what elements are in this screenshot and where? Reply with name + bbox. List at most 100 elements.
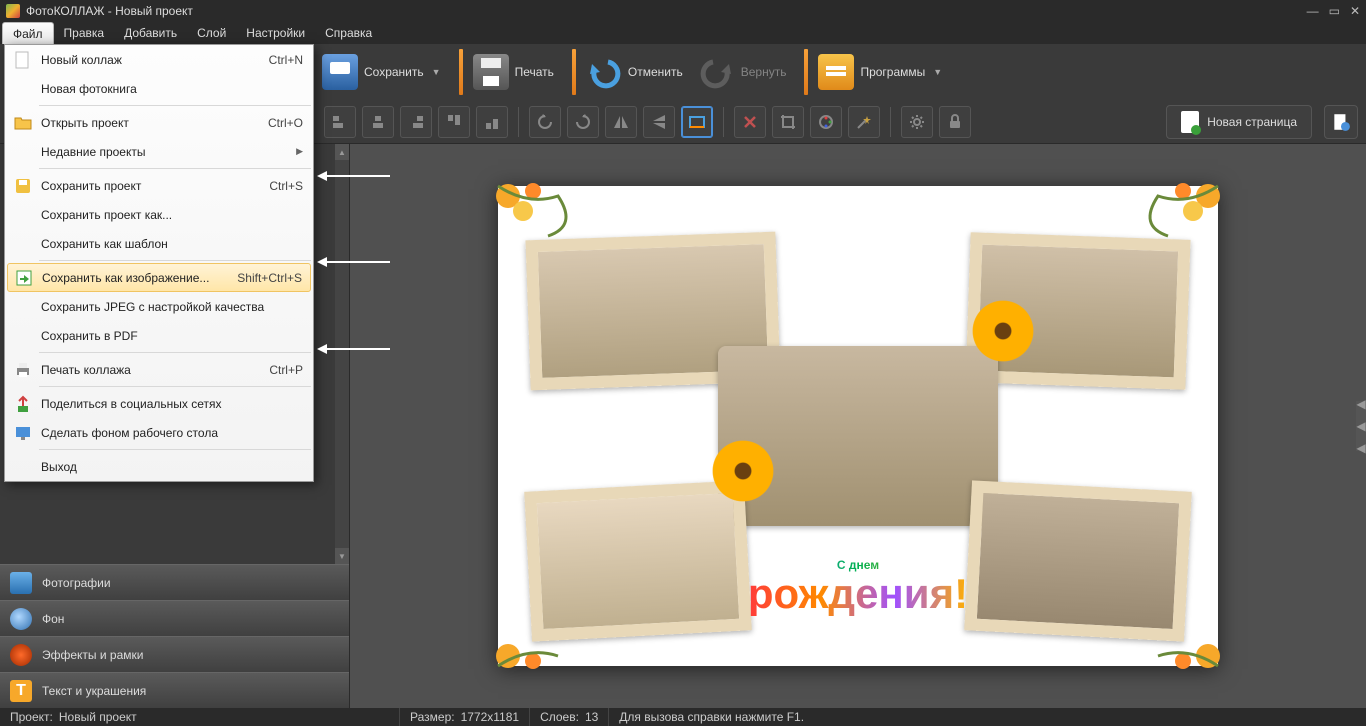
close-button[interactable]: ✕ xyxy=(1350,4,1360,18)
flip-vertical-button[interactable] xyxy=(643,106,675,138)
toolbar-programs-button[interactable]: Программы ▼ xyxy=(814,48,954,96)
menu-new-collage[interactable]: Новый коллаж Ctrl+N xyxy=(5,45,313,74)
accordion-photos[interactable]: Фотографии xyxy=(0,564,349,600)
print-icon xyxy=(9,359,37,381)
status-layers-value: 13 xyxy=(585,710,598,724)
status-size-value: 1772x1181 xyxy=(461,710,520,724)
blank-icon xyxy=(9,141,37,163)
menu-file[interactable]: Файл xyxy=(2,22,54,44)
toolbar-print-label: Печать xyxy=(515,65,554,79)
scroll-down-button[interactable]: ▼ xyxy=(335,548,349,564)
folder-open-icon xyxy=(9,112,37,134)
export-image-icon xyxy=(10,267,38,289)
color-picker-button[interactable] xyxy=(810,106,842,138)
chevron-down-icon: ▼ xyxy=(933,67,942,77)
thumbnails-scrollbar[interactable]: ▲ ▼ xyxy=(335,144,349,564)
fit-to-screen-button[interactable] xyxy=(681,106,713,138)
accordion-background-label: Фон xyxy=(42,612,64,626)
menu-save-template[interactable]: Сохранить как шаблон xyxy=(5,229,313,258)
accordion-text[interactable]: T Текст и украшения xyxy=(0,672,349,708)
flower-sticker[interactable] xyxy=(708,436,778,506)
rotate-right-button[interactable] xyxy=(567,106,599,138)
group-separator xyxy=(723,107,724,137)
blank-icon xyxy=(9,204,37,226)
menu-save-pdf[interactable]: Сохранить в PDF xyxy=(5,321,313,350)
blank-icon xyxy=(9,325,37,347)
redo-icon xyxy=(699,54,735,90)
magic-wand-button[interactable] xyxy=(848,106,880,138)
submenu-arrow-icon: ▶ xyxy=(296,146,303,157)
accordion-effects[interactable]: Эффекты и рамки xyxy=(0,636,349,672)
toolbar-separator xyxy=(572,49,576,95)
desktop-icon xyxy=(9,422,37,444)
toolbar-save-label: Сохранить xyxy=(364,65,424,79)
collage-canvas[interactable]: С днем рождения! xyxy=(498,186,1218,666)
menu-layer[interactable]: Слой xyxy=(187,22,236,44)
align-bottom-button[interactable] xyxy=(476,106,508,138)
menu-save-jpeg[interactable]: Сохранить JPEG с настройкой качества xyxy=(5,292,313,321)
accordion-effects-label: Эффекты и рамки xyxy=(42,648,143,662)
menu-open-project[interactable]: Открыть проект Ctrl+O xyxy=(5,108,313,137)
canvas-area[interactable]: С днем рождения! ◀◀◀ xyxy=(350,144,1366,708)
menu-separator xyxy=(39,386,311,387)
menu-save-as-image[interactable]: Сохранить как изображение... Shift+Ctrl+… xyxy=(7,263,311,292)
photo-frame[interactable] xyxy=(964,480,1192,641)
blank-icon xyxy=(9,233,37,255)
menu-edit[interactable]: Правка xyxy=(54,22,115,44)
save-icon xyxy=(9,175,37,197)
menu-help[interactable]: Справка xyxy=(315,22,382,44)
right-panel-handle[interactable]: ◀◀◀ xyxy=(1356,401,1366,451)
toolbar-redo-button: Вернуть xyxy=(695,48,799,96)
menu-share-social[interactable]: Поделиться в социальных сетях xyxy=(5,389,313,418)
toolbar-save-button[interactable]: Сохранить ▼ xyxy=(318,48,453,96)
lock-button[interactable] xyxy=(939,106,971,138)
new-collage-icon xyxy=(9,49,37,71)
crop-button[interactable] xyxy=(772,106,804,138)
menu-separator xyxy=(39,449,311,450)
greeting-text[interactable]: С днем рождения! xyxy=(748,559,968,616)
align-right-button[interactable] xyxy=(400,106,432,138)
menu-settings[interactable]: Настройки xyxy=(236,22,315,44)
sidebar-accordion: Фотографии Фон Эффекты и рамки T Текст и… xyxy=(0,564,349,708)
chevron-down-icon: ▼ xyxy=(432,67,441,77)
status-project-label: Проект: xyxy=(10,710,53,724)
toolbar-undo-button[interactable]: Отменить xyxy=(582,48,695,96)
new-page-button[interactable]: Новая страница xyxy=(1166,105,1312,139)
menu-set-wallpaper[interactable]: Сделать фоном рабочего стола xyxy=(5,418,313,447)
menu-new-photobook[interactable]: Новая фотокнига xyxy=(5,74,313,103)
app-icon xyxy=(6,4,20,18)
toolbar-separator xyxy=(804,49,808,95)
photo-frame[interactable] xyxy=(524,480,752,641)
status-project-value: Новый проект xyxy=(59,710,137,724)
menu-bar: Файл Правка Добавить Слой Настройки Спра… xyxy=(0,22,1366,44)
toolbar-print-button[interactable]: Печать xyxy=(469,48,566,96)
annotation-arrow xyxy=(320,175,390,177)
settings-button[interactable] xyxy=(901,106,933,138)
minimize-button[interactable]: — xyxy=(1307,4,1319,18)
status-bar: Проект: Новый проект Размер: 1772x1181 С… xyxy=(0,708,1366,726)
delete-button[interactable] xyxy=(734,106,766,138)
photos-icon xyxy=(10,572,32,594)
menu-save-project-as[interactable]: Сохранить проект как... xyxy=(5,200,313,229)
menu-separator xyxy=(39,168,311,169)
menu-exit[interactable]: Выход xyxy=(5,452,313,481)
title-bar: ФотоКОЛЛАЖ - Новый проект — ▭ ✕ xyxy=(0,0,1366,22)
align-center-h-button[interactable] xyxy=(362,106,394,138)
accordion-background[interactable]: Фон xyxy=(0,600,349,636)
flower-sticker[interactable] xyxy=(968,296,1038,366)
menu-separator xyxy=(39,105,311,106)
menu-add[interactable]: Добавить xyxy=(114,22,187,44)
rotate-left-button[interactable] xyxy=(529,106,561,138)
annotation-arrow xyxy=(320,348,390,350)
maximize-button[interactable]: ▭ xyxy=(1329,4,1340,18)
print-icon xyxy=(473,54,509,90)
menu-print-collage[interactable]: Печать коллажа Ctrl+P xyxy=(5,355,313,384)
toolbar-separator xyxy=(459,49,463,95)
menu-save-project[interactable]: Сохранить проект Ctrl+S xyxy=(5,171,313,200)
align-top-button[interactable] xyxy=(438,106,470,138)
flip-horizontal-button[interactable] xyxy=(605,106,637,138)
page-settings-button[interactable] xyxy=(1324,105,1358,139)
align-left-button[interactable] xyxy=(324,106,356,138)
menu-recent-projects[interactable]: Недавние проекты ▶ xyxy=(5,137,313,166)
scroll-up-button[interactable]: ▲ xyxy=(335,144,349,160)
